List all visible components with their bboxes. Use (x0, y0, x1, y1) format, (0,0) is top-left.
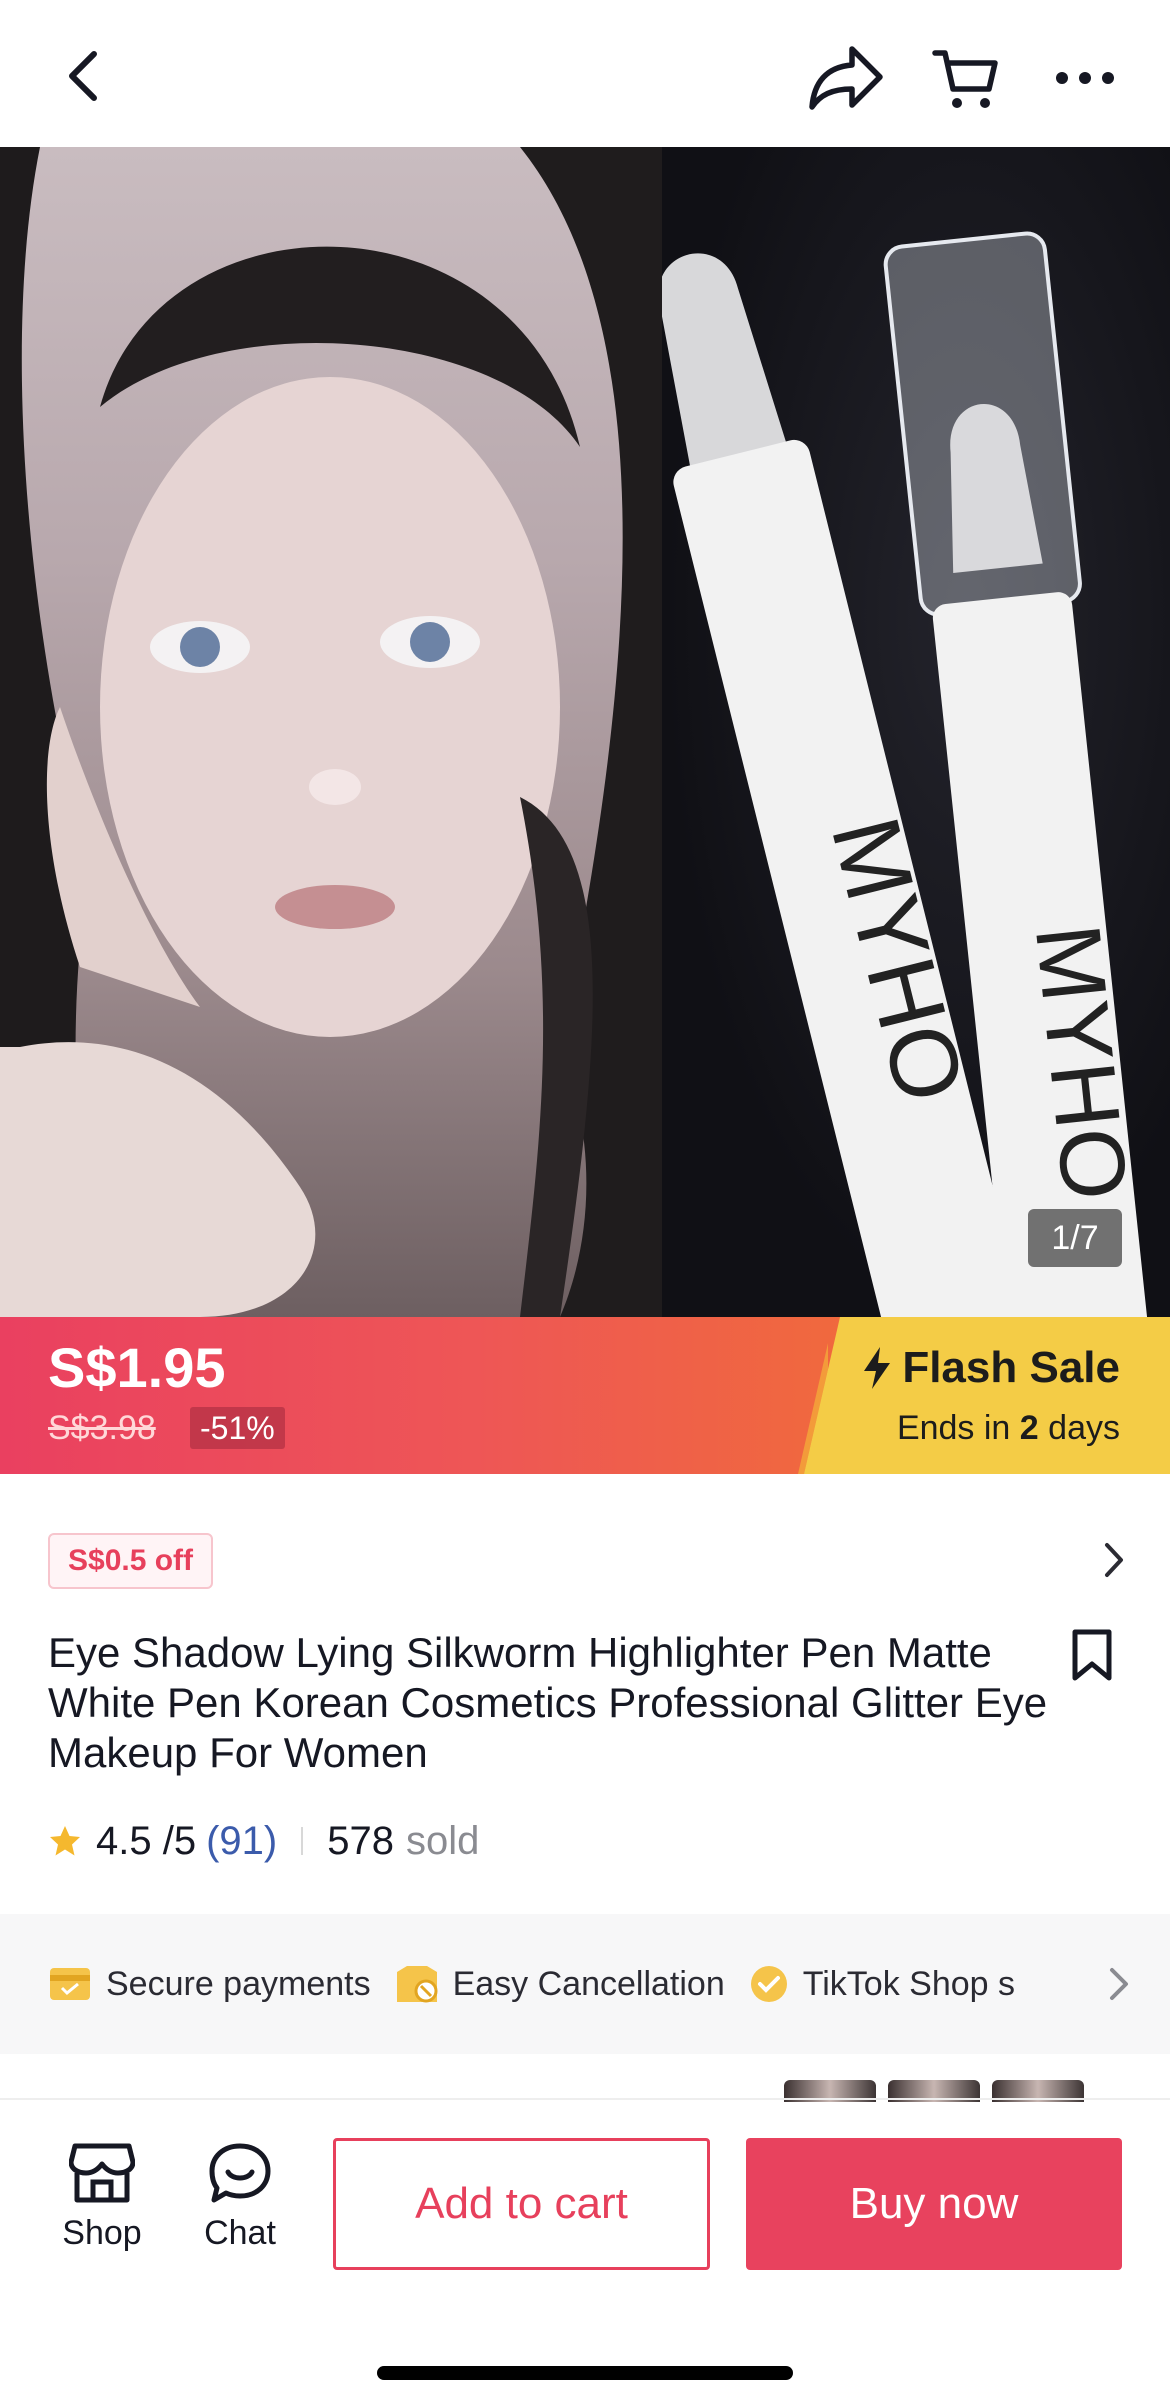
shop-label: Shop (62, 2214, 142, 2252)
chevron-left-icon (69, 51, 97, 101)
rating-value: 4.5 /5 (96, 1818, 197, 1863)
product-image-gallery[interactable]: MYHO MYHO 1/7 (0, 147, 1170, 1317)
benefit-tiktok-shop: TikTok Shop s (749, 1964, 1015, 2004)
product-title: Eye Shadow Lying Silkworm Highlighter Pe… (48, 1629, 1048, 1776)
model-photo (0, 147, 662, 1317)
bookmark-icon (1072, 1629, 1112, 1681)
flash-sale-title: Flash Sale (862, 1343, 1120, 1393)
box-cancel-icon (395, 1964, 439, 2004)
buy-now-button[interactable]: Buy now (746, 2138, 1122, 2270)
review-count[interactable]: (91) (206, 1819, 277, 1864)
more-button[interactable] (1052, 58, 1118, 98)
home-indicator[interactable] (377, 2366, 793, 2380)
model-illustration (0, 147, 662, 1317)
highlighter-pen-illustration: MYHO MYHO (658, 231, 1149, 1317)
chat-tab[interactable]: Chat (190, 2142, 290, 2253)
benefit-label: Easy Cancellation (452, 1964, 725, 2003)
back-button[interactable] (56, 48, 112, 104)
ends-value: 2 (1019, 1409, 1039, 1447)
benefit-secure-payments: Secure payments (48, 1965, 371, 2004)
chevron-right-icon (1105, 1543, 1123, 1577)
benefits-chevron[interactable] (1108, 1966, 1130, 2007)
bottom-action-bar: Shop Chat Add to cart Buy now (0, 2102, 1170, 2406)
image-counter: 1/7 (1028, 1209, 1122, 1267)
chat-label: Chat (204, 2214, 276, 2252)
chevron-right-icon (1110, 1968, 1128, 2000)
share-arrow-icon (809, 46, 883, 110)
benefits-strip[interactable]: Secure payments Easy Cancellation TikTok… (0, 1914, 1170, 2054)
benefit-label: TikTok Shop s (802, 1964, 1016, 2003)
shop-tab[interactable]: Shop (48, 2142, 156, 2253)
coupon-row-chevron[interactable] (1102, 1540, 1126, 1585)
add-to-cart-button[interactable]: Add to cart (333, 2138, 710, 2270)
chat-icon (209, 2143, 271, 2203)
product-page: MYHO MYHO 1/7 S$1.95 S$3.98 -51% Flash S… (0, 0, 1170, 2406)
bottom-bar-divider (0, 2098, 1170, 2100)
bookmark-button[interactable] (1070, 1628, 1114, 1687)
sold-count: 578 (327, 1818, 394, 1863)
rating-separator (301, 1827, 304, 1855)
flash-sale-label: Flash Sale (902, 1343, 1120, 1392)
share-button[interactable] (806, 42, 886, 114)
ends-suffix: days (1048, 1409, 1120, 1447)
flash-sale-bar: S$1.95 S$3.98 -51% Flash Sale Ends in 2 … (0, 1317, 1170, 1474)
star-icon (50, 1826, 80, 1856)
flash-sale-countdown: Ends in 2 days (897, 1409, 1120, 1448)
coupon-badge[interactable]: S$0.5 off (48, 1533, 214, 1589)
flash-sale-panel (804, 1317, 1170, 1474)
rating-row[interactable]: 4.5 /5 (91) 578 sold (48, 1814, 479, 1868)
cart-button[interactable] (928, 44, 1002, 116)
card-icon (48, 1966, 92, 2002)
store-icon (69, 2143, 135, 2203)
ends-prefix: Ends in (896, 1409, 1011, 1447)
benefit-label: Secure payments (106, 1964, 371, 2003)
verified-badge-icon (749, 1964, 789, 2004)
cart-icon (932, 50, 998, 108)
more-dots-icon (1056, 72, 1114, 84)
product-photo: MYHO MYHO (658, 147, 1170, 1317)
lightning-icon (864, 1347, 891, 1389)
sold-label: sold (405, 1818, 480, 1863)
benefit-easy-cancellation: Easy Cancellation (395, 1964, 725, 2004)
original-price: S$3.98 (48, 1409, 156, 1447)
top-nav-bar (0, 0, 1170, 147)
current-price: S$1.95 (48, 1336, 226, 1399)
discount-badge: -51% (190, 1407, 285, 1449)
